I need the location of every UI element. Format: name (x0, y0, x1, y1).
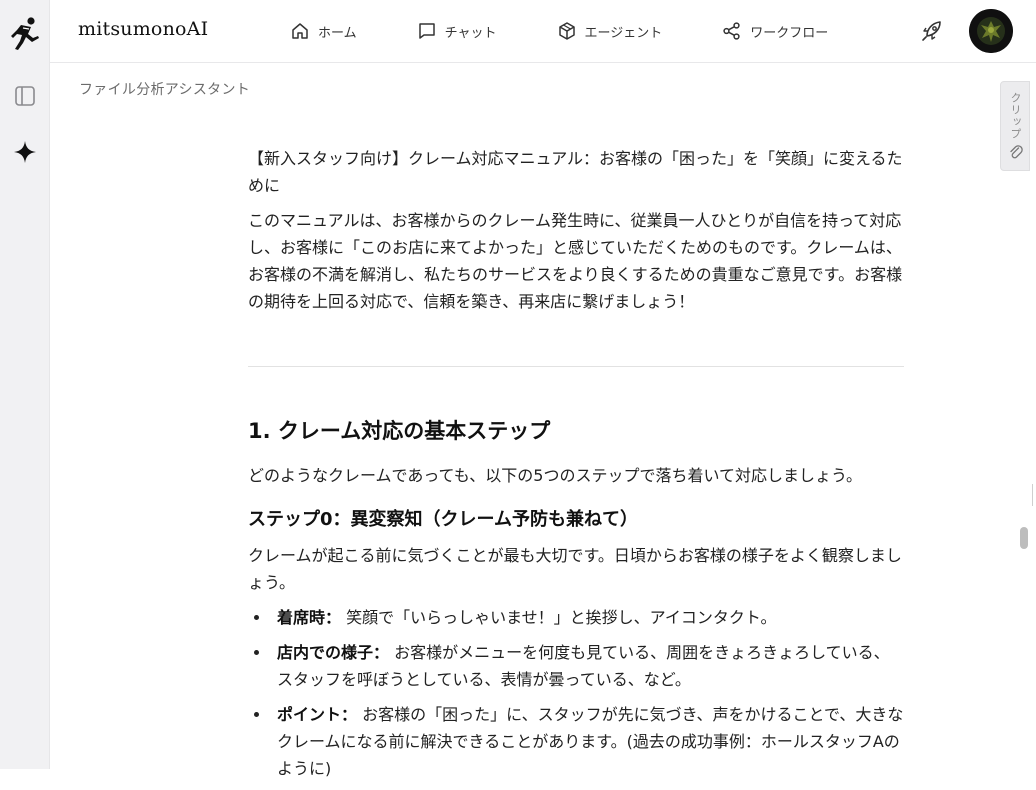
section-heading: 1. クレーム対応の基本ステップ (248, 419, 551, 443)
step-heading: ステップ0：異変察知（クレーム予防も兼ねて） (248, 509, 638, 530)
section-divider (248, 366, 904, 367)
top-header: mitsumonoAI ホーム チャット エージェント ワークフロー (50, 0, 1036, 63)
nav-agent[interactable]: エージェント (557, 21, 663, 41)
article-title: 【新入スタッフ向け】クレーム対応マニュアル：お客様の「困った」を「笑顔」に変える… (248, 149, 903, 195)
assistant-title: ファイル分析アシスタント (79, 82, 251, 98)
nav-home-label: ホーム (318, 25, 357, 41)
scrollbar-thumb[interactable] (1020, 527, 1028, 549)
main-nav: ホーム チャット エージェント ワークフロー (290, 0, 828, 62)
rocket-icon[interactable] (920, 19, 944, 43)
nav-chat-label: チャット (444, 25, 497, 41)
sparkle-icon[interactable] (13, 140, 37, 164)
list-item: 着席時： 笑顔で「いらっしゃいませ！」と挨拶し、アイコンタクト。 (248, 604, 904, 631)
step-text: クレームが起こる前に気づくことが最も大切です。日頃からお客様の様子をよく観察しま… (248, 546, 902, 592)
sidebar-toggle-icon[interactable] (14, 85, 36, 107)
clip-tab[interactable]: クリップ (1000, 81, 1030, 171)
paperclip-icon (1010, 145, 1023, 159)
nav-chat[interactable]: チャット (417, 21, 497, 41)
article-intro: このマニュアルは、お客様からのクレーム発生時に、従業員一人ひとりが自信を持って対… (248, 211, 903, 311)
bullet-text: 笑顔で「いらっしゃいませ！」と挨拶し、アイコンタクト。 (341, 608, 777, 627)
scroll-edge (1032, 484, 1036, 506)
clip-label: クリップ (1009, 92, 1022, 140)
user-avatar[interactable] (969, 9, 1013, 53)
list-item: 店内での様子： お客様がメニューを何度も見ている、周囲をきょろきょろしている、ス… (248, 639, 904, 693)
section-lead: どのようなクレームであっても、以下の5つのステップで落ち着いて対応しましょう。 (248, 466, 863, 485)
nav-agent-label: エージェント (584, 25, 663, 41)
bullet-list: 着席時： 笑顔で「いらっしゃいませ！」と挨拶し、アイコンタクト。 店内での様子：… (248, 604, 904, 782)
chat-icon (418, 23, 435, 39)
bullet-text: お客様の「困った」に、スタッフが先に気づき、声をかけることで、大きなクレームにな… (277, 705, 904, 778)
runner-logo-icon[interactable] (9, 16, 41, 52)
bullet-term: 店内での様子： (277, 643, 390, 662)
cube-icon (558, 22, 575, 40)
brand-name[interactable]: mitsumonoAI (78, 18, 208, 40)
nav-home[interactable]: ホーム (290, 21, 357, 41)
bullet-term: 着席時： (277, 608, 342, 627)
article-content: 【新入スタッフ向け】クレーム対応マニュアル：お客様の「困った」を「笑顔」に変える… (248, 145, 904, 790)
nav-workflow-label: ワークフロー (750, 25, 829, 41)
left-rail (0, 0, 50, 769)
home-icon (292, 23, 308, 39)
avatar-figure-icon (969, 9, 1013, 53)
bullet-term: ポイント： (277, 705, 358, 724)
nav-workflow[interactable]: ワークフロー (722, 21, 828, 41)
list-item: ポイント： お客様の「困った」に、スタッフが先に気づき、声をかけることで、大きな… (248, 701, 904, 782)
share-icon (723, 22, 740, 40)
